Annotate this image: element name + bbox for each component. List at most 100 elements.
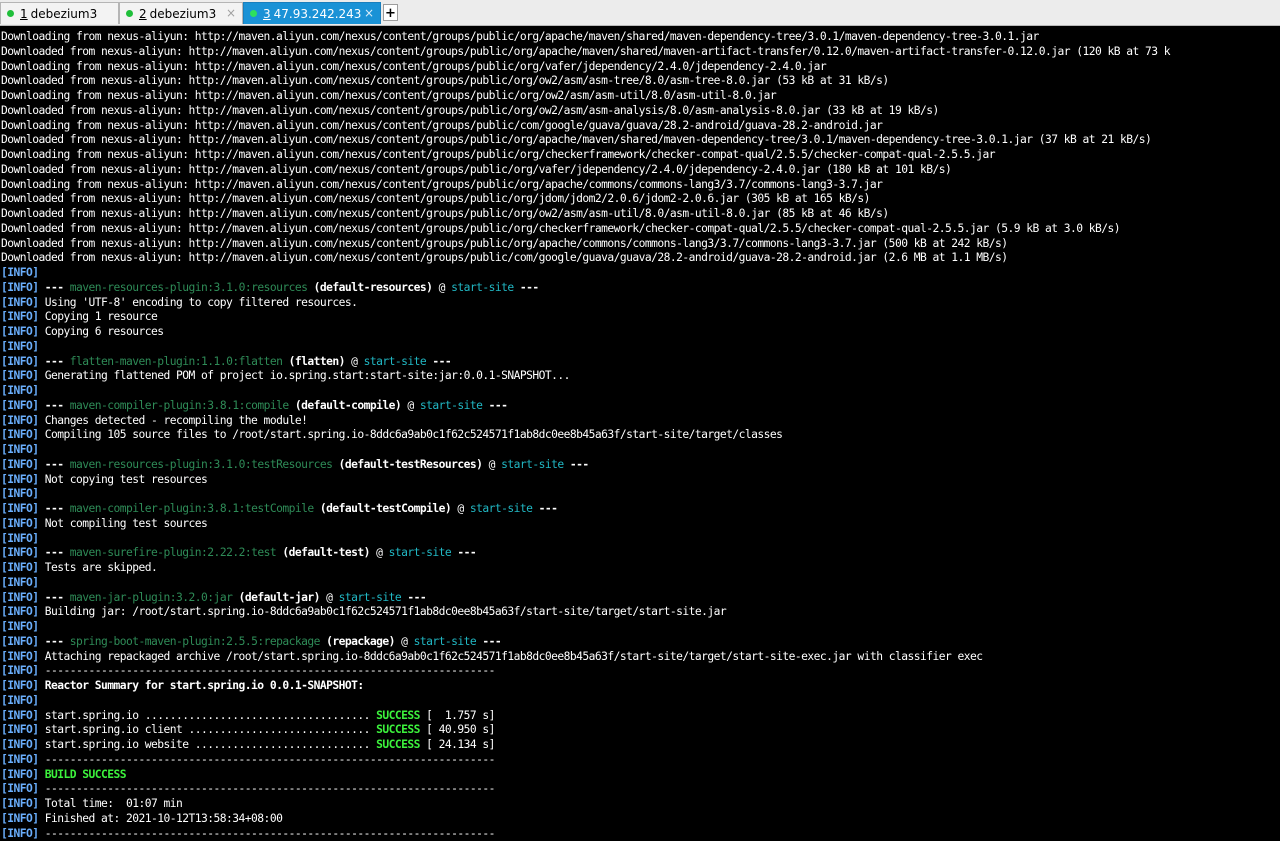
- log-text: Not compiling test sources: [44, 516, 208, 530]
- module-name: start-site: [338, 590, 402, 604]
- log-text: Downloaded from nexus-aliyun: http://mav…: [1, 44, 1171, 58]
- terminal-line: [INFO] Not copying test resources: [0, 473, 1280, 488]
- terminal-output[interactable]: Downloading from nexus-aliyun: http://ma…: [0, 30, 1280, 841]
- terminal-line: [INFO] Using 'UTF-8' encoding to copy fi…: [0, 296, 1280, 311]
- log-text: Copying 6 resources: [44, 325, 164, 338]
- module-name: start-site: [469, 502, 533, 515]
- terminal-line: [INFO] Compiling 105 source files to /ro…: [0, 428, 1280, 443]
- at-sign: @: [394, 634, 414, 648]
- log-text: start.spring.io website ................…: [44, 738, 377, 751]
- terminal-line: Downloaded from nexus-aliyun: http://mav…: [0, 163, 1280, 178]
- terminal-line: [INFO] Copying 1 resource: [0, 310, 1280, 325]
- log-text: ----------------------------------------…: [44, 782, 496, 796]
- terminal-line: [INFO] --- maven-resources-plugin:3.1.0:…: [0, 458, 1280, 473]
- status-dot-icon: [250, 10, 257, 17]
- log-level-tag: [INFO]: [1, 325, 45, 338]
- goal-id: (default-resources): [307, 280, 433, 294]
- tab-session-3[interactable]: 3 47.93.242.243 ×: [243, 2, 381, 24]
- module-name: start-site: [419, 398, 483, 412]
- status-badge: SUCCESS: [376, 738, 420, 751]
- terminal-line: [INFO] start.spring.io client ..........…: [0, 723, 1280, 738]
- separator: ---: [44, 280, 70, 294]
- log-text: Finished at: 2021-10-12T13:58:34+08:00: [44, 811, 283, 825]
- plugin-name: maven-compiler-plugin:3.8.1:testCompile: [69, 502, 314, 515]
- separator: ---: [401, 590, 427, 604]
- log-text: Downloaded from nexus-aliyun: http://mav…: [1, 236, 1008, 250]
- at-sign: @: [369, 546, 389, 560]
- log-text: Downloading from nexus-aliyun: http://ma…: [1, 59, 827, 73]
- tab-label: 1 debezium3: [20, 6, 98, 21]
- log-level-tag: [INFO]: [1, 811, 45, 825]
- terminal-line: [INFO] ---------------------------------…: [0, 782, 1280, 797]
- close-icon[interactable]: ×: [364, 6, 374, 20]
- log-level-tag: [INFO]: [1, 590, 45, 604]
- log-text: Downloading from nexus-aliyun: http://ma…: [1, 177, 883, 191]
- new-tab-button[interactable]: +: [383, 4, 398, 21]
- terminal-line: Downloading from nexus-aliyun: http://ma…: [0, 89, 1280, 104]
- log-text: Downloading from nexus-aliyun: http://ma…: [1, 89, 777, 102]
- terminal-line: [INFO] Finished at: 2021-10-12T13:58:34+…: [0, 812, 1280, 827]
- separator: ---: [513, 280, 539, 294]
- separator: ---: [44, 398, 70, 412]
- terminal-line: [INFO]: [0, 532, 1280, 547]
- log-text: [ 24.134 s]: [419, 738, 495, 751]
- tab-session-2[interactable]: 2 debezium3 ×: [119, 2, 243, 24]
- log-level-tag: [INFO]: [1, 472, 45, 486]
- terminal-line: Downloaded from nexus-aliyun: http://mav…: [0, 133, 1280, 148]
- at-sign: @: [344, 354, 364, 368]
- terminal-line: [INFO] ---------------------------------…: [0, 753, 1280, 768]
- terminal-line: [INFO]: [0, 620, 1280, 635]
- log-level-tag: [INFO]: [1, 487, 45, 501]
- log-text: Total time: 01:07 min: [44, 797, 183, 810]
- log-level-tag: [INFO]: [1, 295, 45, 309]
- separator: ---: [44, 457, 70, 471]
- log-level-tag: [INFO]: [1, 369, 45, 383]
- goal-id: (default-testResources): [332, 457, 483, 471]
- log-level-tag: [INFO]: [1, 738, 45, 751]
- log-level-tag: [INFO]: [1, 634, 45, 648]
- module-name: start-site: [388, 546, 452, 560]
- log-level-tag: [INFO]: [1, 354, 45, 368]
- terminal-line: [INFO] Reactor Summary for start.spring.…: [0, 679, 1280, 694]
- log-text: Downloading from nexus-aliyun: http://ma…: [1, 148, 996, 161]
- terminal-line: [INFO] --- maven-jar-plugin:3.2.0:jar (d…: [0, 591, 1280, 606]
- tab-session-1[interactable]: 1 debezium3: [0, 2, 119, 24]
- separator: ---: [44, 546, 70, 560]
- terminal-line: [INFO] Tests are skipped.: [0, 561, 1280, 576]
- terminal-line: [INFO]: [0, 576, 1280, 591]
- log-level-tag: [INFO]: [1, 826, 45, 840]
- log-text: Downloaded from nexus-aliyun: http://mav…: [1, 192, 870, 206]
- log-text: Attaching repackaged archive /root/start…: [44, 649, 983, 663]
- terminal-line: [INFO] Total time: 01:07 min: [0, 797, 1280, 812]
- separator: ---: [532, 502, 558, 515]
- log-level-tag: [INFO]: [1, 782, 45, 796]
- tab-label: 2 debezium3: [139, 6, 217, 21]
- goal-id: (default-test): [276, 546, 370, 560]
- log-level-tag: [INFO]: [1, 384, 45, 397]
- log-text: ----------------------------------------…: [44, 664, 496, 678]
- goal-id: (default-jar): [232, 590, 321, 604]
- separator: ---: [44, 502, 70, 515]
- goal-id: (repackage): [319, 634, 395, 648]
- plugin-name: maven-resources-plugin:3.1.0:resources: [69, 280, 308, 294]
- terminal-line: Downloaded from nexus-aliyun: http://mav…: [0, 192, 1280, 207]
- terminal-line: Downloading from nexus-aliyun: http://ma…: [0, 178, 1280, 193]
- terminal-line: Downloaded from nexus-aliyun: http://mav…: [0, 207, 1280, 222]
- log-level-tag: [INFO]: [1, 679, 45, 692]
- plugin-name: maven-surefire-plugin:2.22.2:test: [69, 546, 277, 560]
- log-level-tag: [INFO]: [1, 767, 45, 781]
- terminal-line: [INFO]: [0, 384, 1280, 399]
- log-level-tag: [INFO]: [1, 516, 45, 530]
- log-text: Downloaded from nexus-aliyun: http://mav…: [1, 207, 889, 220]
- terminal-line: [INFO] --- flatten-maven-plugin:1.1.0:fl…: [0, 355, 1280, 370]
- log-text: Using 'UTF-8' encoding to copy filtered …: [44, 295, 358, 309]
- log-level-tag: [INFO]: [1, 457, 45, 471]
- terminal-line: [INFO] Attaching repackaged archive /roo…: [0, 650, 1280, 665]
- log-level-tag: [INFO]: [1, 605, 45, 619]
- log-level-tag: [INFO]: [1, 708, 45, 722]
- log-level-tag: [INFO]: [1, 546, 45, 560]
- goal-id: (default-testCompile): [313, 502, 452, 515]
- log-level-tag: [INFO]: [1, 531, 45, 545]
- separator: ---: [426, 354, 452, 368]
- close-icon[interactable]: ×: [226, 6, 236, 20]
